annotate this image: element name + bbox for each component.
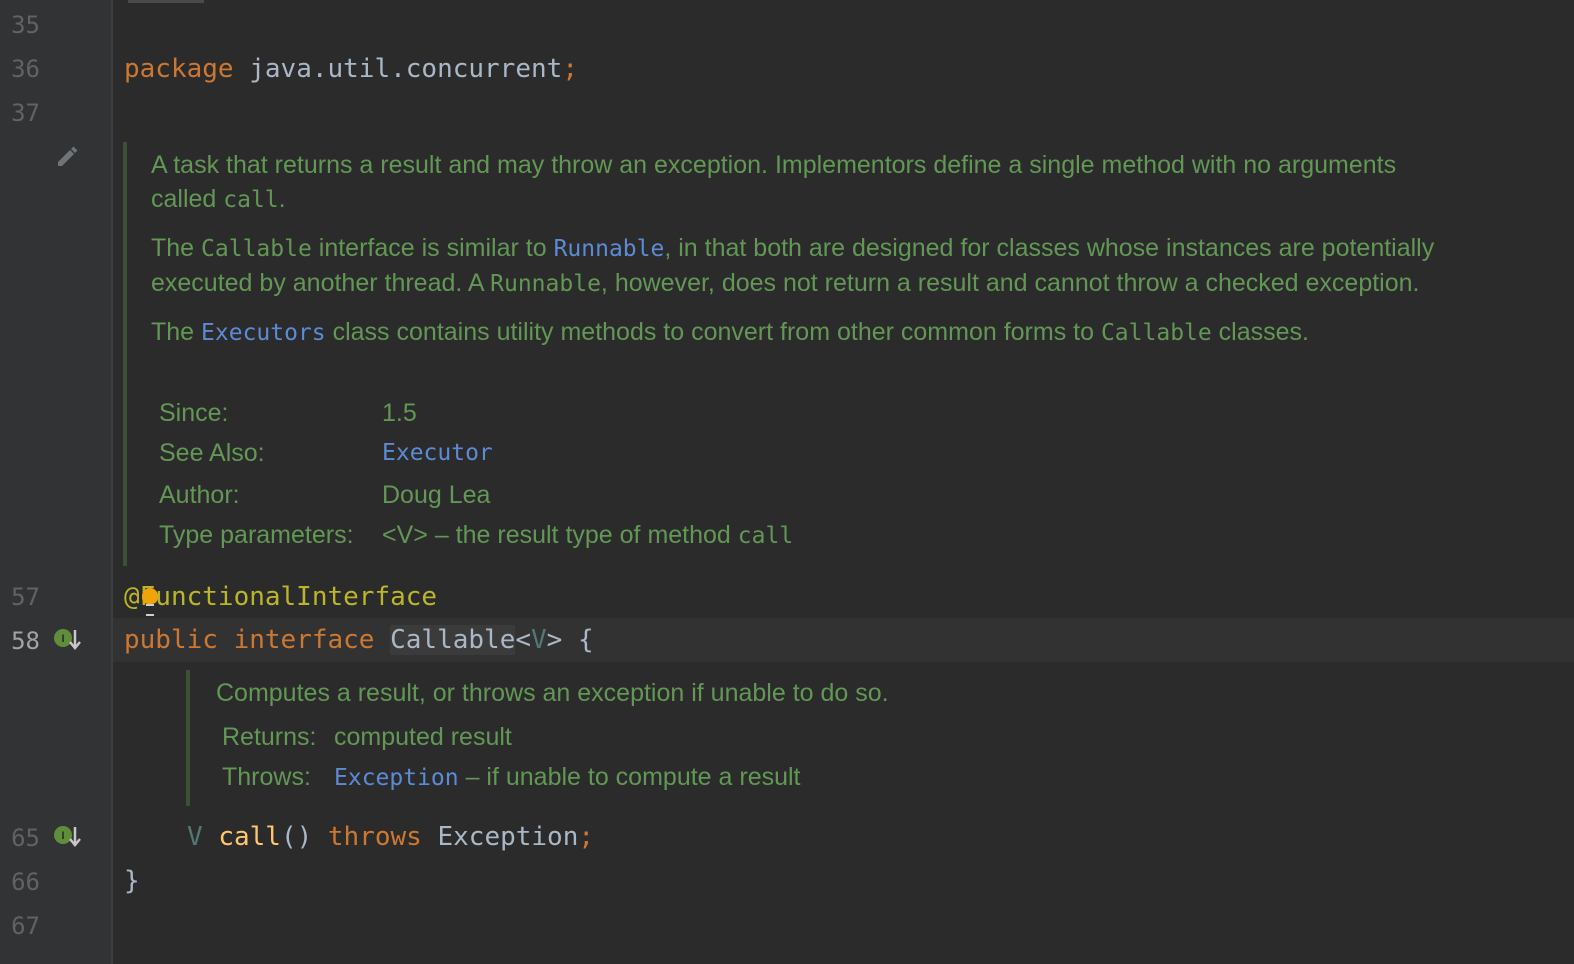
semicolon: ;: [562, 54, 578, 84]
tag-value: Exception – if unable to compute a resul…: [334, 763, 801, 791]
interface-declaration[interactable]: public interface Callable<V> {: [124, 623, 594, 657]
line-number: 37: [11, 99, 40, 127]
line-number: 57: [11, 583, 40, 611]
type-parameter: V: [531, 625, 547, 655]
line-number: 35: [11, 11, 40, 39]
method-name[interactable]: call: [218, 822, 281, 852]
tag-label: Since:: [159, 399, 229, 427]
exception-link[interactable]: Exception: [334, 765, 459, 791]
line-number: 66: [11, 868, 40, 896]
tag-label: See Also:: [159, 439, 265, 467]
scroll-indicator: [128, 0, 204, 3]
generic-bracket: <: [515, 625, 532, 655]
svg-text:I: I: [61, 633, 64, 645]
tag-value: Doug Lea: [382, 481, 491, 509]
implemented-gutter-icon[interactable]: I: [53, 626, 83, 658]
method-doc-comment: Computes a result, or throws an exceptio…: [186, 670, 1216, 806]
exception-type[interactable]: Exception: [422, 822, 578, 852]
tag-label: Throws:: [222, 763, 311, 791]
package-name: java.util.concurrent: [233, 54, 563, 84]
tag-label: Returns:: [222, 723, 317, 751]
tag-value: 1.5: [382, 399, 417, 427]
generic-bracket: > {: [546, 625, 594, 655]
tag-value: <V> – the result type of method call: [382, 521, 794, 549]
line-number: 67: [11, 912, 40, 940]
semicolon: ;: [578, 822, 595, 852]
edit-doc-pencil-icon[interactable]: [54, 142, 80, 172]
bulb-base: [146, 604, 154, 616]
implemented-gutter-icon[interactable]: I: [53, 823, 83, 855]
line-number: 36: [11, 55, 40, 83]
method-declaration[interactable]: V call() throws Exception;: [187, 820, 594, 854]
executor-link[interactable]: Executor: [382, 436, 493, 470]
class-name[interactable]: Callable: [390, 625, 516, 655]
parens: (): [280, 822, 313, 852]
doc-paragraph: The Callable interface is similar to Run…: [151, 234, 1435, 297]
annotation-line[interactable]: @FunctionalInterface: [124, 580, 437, 614]
interface-doc-comment: A task that returns a result and may thr…: [123, 142, 1451, 566]
tag-label: Author:: [159, 481, 240, 509]
line-number-current: 58: [11, 627, 40, 655]
closing-brace: }: [124, 866, 140, 896]
doc-paragraph: The Executors class contains utility met…: [151, 318, 1309, 346]
keyword: throws: [327, 822, 422, 852]
tag-label: Type parameters:: [159, 521, 354, 549]
keyword: public: [124, 625, 218, 655]
keyword: package: [124, 54, 234, 84]
return-type: V: [187, 822, 203, 852]
keyword: interface: [233, 625, 375, 655]
doc-summary: Computes a result, or throws an exceptio…: [216, 679, 889, 707]
editor-gutter: 35 36 37 57 58 65 66 67 I I: [0, 0, 113, 964]
package-declaration[interactable]: package java.util.concurrent;: [124, 52, 578, 86]
runnable-link[interactable]: Runnable: [554, 236, 665, 262]
executors-link[interactable]: Executors: [201, 320, 326, 346]
svg-text:I: I: [61, 830, 64, 842]
line-number: 65: [11, 824, 40, 852]
intention-bulb-icon[interactable]: [142, 588, 158, 604]
doc-paragraph: A task that returns a result and may thr…: [151, 151, 1397, 213]
tag-value: computed result: [334, 723, 512, 751]
